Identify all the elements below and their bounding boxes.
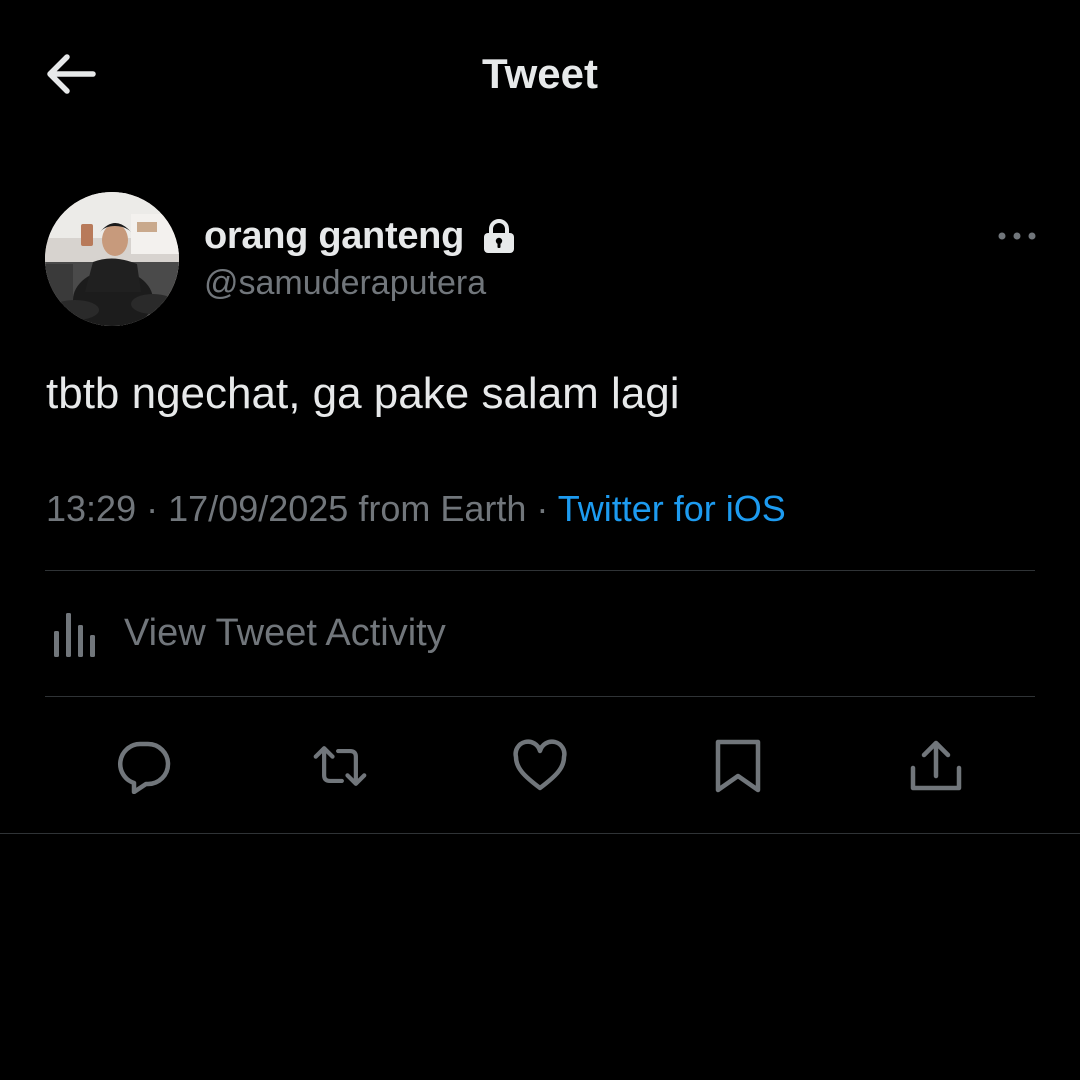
lock-icon: [480, 217, 518, 255]
like-icon: [513, 739, 567, 791]
share-icon: [910, 740, 962, 791]
arrow-left-icon: [47, 54, 96, 94]
tweet-text: tbtb ngechat, ga pake salam lagi: [46, 369, 680, 418]
handle[interactable]: @samuderaputera: [204, 264, 486, 303]
reply-icon: [118, 741, 171, 794]
more-options-button[interactable]: [990, 218, 1044, 254]
tweet-source-link[interactable]: Twitter for iOS: [558, 488, 786, 529]
more-horizontal-icon: [998, 232, 1036, 240]
author-name-row: orang ganteng: [204, 210, 518, 262]
tweet-time: 13:29: [46, 488, 137, 529]
page-title: Tweet: [482, 50, 598, 97]
view-tweet-activity-button[interactable]: View Tweet Activity: [46, 600, 446, 666]
back-button[interactable]: [40, 48, 100, 100]
bookmark-button[interactable]: [710, 738, 766, 794]
avatar[interactable]: [45, 192, 179, 326]
bookmark-icon: [715, 739, 761, 793]
tweet-date: 17/09/2025: [168, 488, 349, 529]
tweet-meta: 13:29 · 17/09/2025 from Earth · Twitter …: [46, 486, 786, 532]
bar-chart-icon: [54, 613, 95, 657]
share-button[interactable]: [908, 738, 964, 794]
tweet-location: from Earth: [358, 488, 527, 529]
meta-separator: ·: [146, 488, 159, 529]
retweet-button[interactable]: [312, 738, 368, 794]
divider: [45, 570, 1035, 571]
bottom-divider: [0, 833, 1080, 834]
meta-separator: ·: [536, 488, 549, 529]
like-button[interactable]: [512, 738, 568, 794]
view-tweet-activity-label: View Tweet Activity: [124, 611, 446, 654]
retweet-icon: [313, 746, 367, 786]
profile-photo: [45, 192, 179, 326]
divider: [45, 696, 1035, 697]
reply-button[interactable]: [116, 738, 172, 794]
top-bar: Tweet: [0, 0, 1080, 150]
display-name[interactable]: orang ganteng: [204, 215, 464, 258]
